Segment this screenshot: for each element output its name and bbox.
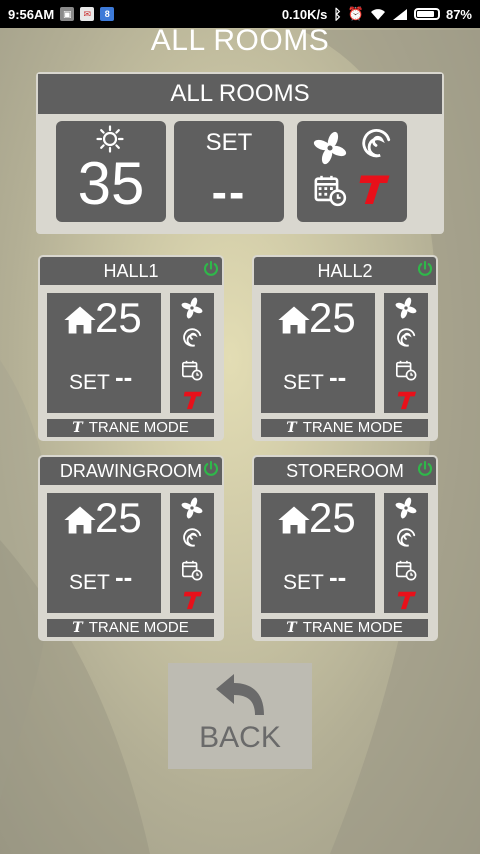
trane-mode-bar[interactable]: T TRANE MODE xyxy=(261,419,428,437)
room-temperature: 25 xyxy=(95,494,142,541)
fan-icon[interactable] xyxy=(395,497,417,519)
home-icon xyxy=(278,306,310,334)
back-button[interactable]: BACK xyxy=(168,663,312,769)
home-icon xyxy=(64,506,96,534)
back-arrow-icon xyxy=(216,674,264,715)
mail-icon: ✉ xyxy=(80,7,95,21)
power-icon[interactable] xyxy=(202,460,220,478)
room-temperature: 25 xyxy=(95,294,142,341)
signal-icon xyxy=(392,8,407,20)
room-card[interactable]: STOREROOM 25 SET -- T TRANE MODE xyxy=(252,455,438,641)
bluetooth-icon: ᛒ xyxy=(333,6,342,22)
trane-mode-label: TRANE MODE xyxy=(88,419,189,436)
room-set-label: SET xyxy=(69,571,110,594)
room-set-value: -- xyxy=(329,362,347,392)
schedule-icon[interactable] xyxy=(181,359,203,381)
swirl-icon[interactable] xyxy=(359,127,393,161)
room-mode-column xyxy=(170,293,214,413)
room-set-label: SET xyxy=(69,371,110,394)
room-name: HALL2 xyxy=(254,257,436,285)
trane-mode-bar[interactable]: T TRANE MODE xyxy=(47,619,214,637)
battery-icon xyxy=(413,8,440,20)
all-rooms-set-label: SET xyxy=(205,129,253,156)
room-status-tile[interactable]: 25 SET -- xyxy=(47,293,161,413)
sun-icon xyxy=(96,125,124,153)
trane-icon[interactable] xyxy=(180,589,204,611)
trane-mode-label: TRANE MODE xyxy=(88,619,189,636)
room-temperature: 25 xyxy=(309,294,356,341)
trane-mode-label: TRANE MODE xyxy=(302,419,403,436)
room-status-tile[interactable]: 25 SET -- xyxy=(261,293,375,413)
fan-icon[interactable] xyxy=(395,297,417,319)
all-rooms-header: ALL ROOMS xyxy=(38,74,442,114)
schedule-icon[interactable] xyxy=(313,173,347,207)
swirl-icon[interactable] xyxy=(181,527,203,549)
home-icon xyxy=(278,506,310,534)
room-set-label: SET xyxy=(283,571,324,594)
trane-mode-bar[interactable]: T TRANE MODE xyxy=(261,619,428,637)
battery-fill xyxy=(416,11,435,17)
room-status-tile[interactable]: 25 SET -- xyxy=(261,493,375,613)
trane-icon[interactable] xyxy=(394,389,418,411)
power-icon[interactable] xyxy=(202,260,220,278)
fan-icon[interactable] xyxy=(181,297,203,319)
swirl-icon[interactable] xyxy=(395,527,417,549)
all-rooms-panel: ALL ROOMS 35 SET -- xyxy=(36,72,444,234)
room-mode-column xyxy=(384,493,428,613)
trane-icon[interactable] xyxy=(394,589,418,611)
room-set-value: -- xyxy=(329,562,347,592)
room-temperature: 25 xyxy=(309,494,356,541)
all-rooms-mode-tile[interactable] xyxy=(297,121,407,222)
room-status-tile[interactable]: 25 SET -- xyxy=(47,493,161,613)
swirl-icon[interactable] xyxy=(395,327,417,349)
battery-percent: 87% xyxy=(445,6,472,22)
room-mode-column xyxy=(170,493,214,613)
schedule-icon[interactable] xyxy=(395,559,417,581)
schedule-icon[interactable] xyxy=(181,559,203,581)
wifi-icon xyxy=(370,8,385,20)
room-card[interactable]: HALL1 25 SET -- T TRANE MODE xyxy=(38,255,224,441)
fan-icon[interactable] xyxy=(181,497,203,519)
fan-icon[interactable] xyxy=(313,131,347,165)
app-icon: 8 xyxy=(100,7,115,21)
image-icon: ▣ xyxy=(60,7,75,21)
swirl-icon[interactable] xyxy=(181,327,203,349)
room-card[interactable]: HALL2 25 SET -- T TRANE MODE xyxy=(252,255,438,441)
trane-mark-icon: T xyxy=(286,420,297,436)
page-title: ALL ROOMS xyxy=(150,24,330,57)
room-name: HALL1 xyxy=(40,257,222,285)
alarm-icon: ⏰ xyxy=(347,6,364,21)
trane-mode-bar[interactable]: T TRANE MODE xyxy=(47,419,214,437)
all-rooms-temperature-tile[interactable]: 35 xyxy=(56,121,166,222)
trane-icon[interactable] xyxy=(355,171,391,207)
all-rooms-temperature: 35 xyxy=(77,150,145,217)
trane-mark-icon: T xyxy=(72,420,83,436)
all-rooms-set-value: -- xyxy=(211,166,247,218)
trane-mode-label: TRANE MODE xyxy=(302,619,403,636)
trane-mark-icon: T xyxy=(72,620,83,636)
network-speed: 0.10K/s xyxy=(281,6,328,22)
room-name: DRAWINGROOM xyxy=(40,457,222,485)
room-card[interactable]: DRAWINGROOM 25 SET -- T TRANE MODE xyxy=(38,455,224,641)
clock: 9:56AM xyxy=(8,6,55,22)
room-mode-column xyxy=(384,293,428,413)
power-icon[interactable] xyxy=(416,260,434,278)
room-name: STOREROOM xyxy=(254,457,436,485)
room-set-value: -- xyxy=(115,362,133,392)
power-icon[interactable] xyxy=(416,460,434,478)
trane-mark-icon: T xyxy=(286,620,297,636)
trane-icon[interactable] xyxy=(180,389,204,411)
all-rooms-set-tile[interactable]: SET -- xyxy=(174,121,284,222)
schedule-icon[interactable] xyxy=(395,359,417,381)
back-label: BACK xyxy=(199,721,281,754)
home-icon xyxy=(64,306,96,334)
room-set-value: -- xyxy=(115,562,133,592)
room-set-label: SET xyxy=(283,371,324,394)
